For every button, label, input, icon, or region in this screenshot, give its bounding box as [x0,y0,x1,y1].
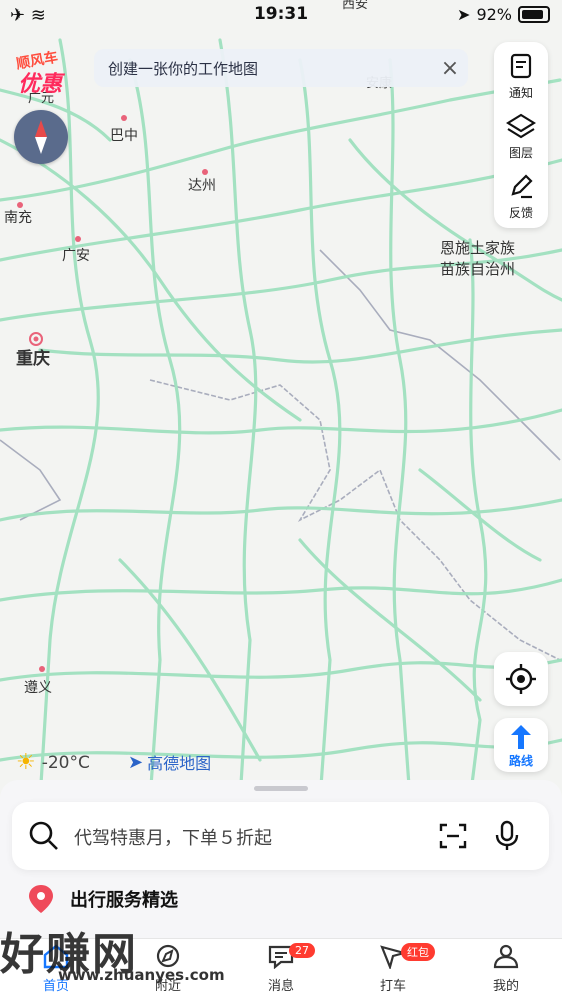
route-label: 路线 [508,754,533,768]
route-button[interactable]: 路线 [494,718,548,772]
watermark-url: www.zhuanyes.com [58,966,225,984]
tab-messages-label: 消息 [267,979,294,994]
notice-icon [510,53,532,79]
sheet-drag-handle[interactable] [254,786,308,791]
profile-icon [493,944,519,969]
scan-icon[interactable] [438,821,468,851]
status-right: ➤ 92% [457,5,550,24]
services-header[interactable]: 出行服务精选 [28,884,178,914]
feedback-icon [511,174,533,199]
weather-widget[interactable]: ☀ -20°C [16,750,90,775]
services-title: 出行服务精选 [70,890,178,911]
search-placeholder[interactable]: 代驾特惠月，下单５折起 [74,824,272,850]
map-label-bazhong[interactable]: 巴中 [110,128,138,144]
microphone-icon[interactable] [494,820,520,852]
compass-button[interactable] [14,110,68,164]
search-bar[interactable]: 代驾特惠月，下单５折起 [12,802,549,870]
tab-profile[interactable]: 我的 [450,943,562,994]
tab-taxi-label: 打车 [379,979,406,994]
map-label-chongqing[interactable]: 重庆 [16,348,50,369]
close-icon[interactable]: × [432,56,468,81]
taxi-redpacket-badge: 红包 [401,943,435,961]
notice-label: 通知 [508,86,533,100]
sun-icon: ☀ [16,750,36,775]
compass-icon [35,120,47,154]
search-icon [29,821,58,850]
layers-label: 图层 [508,146,533,160]
tab-profile-label: 我的 [492,979,519,994]
locate-button[interactable] [494,652,548,706]
work-map-banner[interactable]: 创建一张你的工作地图 × [94,49,468,87]
feedback-button[interactable]: 反馈 [494,164,548,224]
tab-taxi[interactable]: 红包 打车 [337,943,449,994]
battery-icon [518,6,550,23]
locate-icon [506,664,536,694]
map-label-dazhou[interactable]: 达州 [188,178,216,194]
tab-messages[interactable]: 27 消息 [225,943,337,994]
amap-brand: ➤ 高德地图 [128,750,211,774]
layers-button[interactable]: 图层 [494,104,548,164]
map-label-enshi-2[interactable]: 苗族自治州 [440,260,515,278]
route-arrow-icon [511,725,531,749]
promo-bottom-text: 优惠 [18,72,63,97]
feedback-label: 反馈 [508,206,533,220]
notice-button[interactable]: 通知 [494,44,548,104]
battery-percent: 92% [476,5,512,24]
map-label-enshi-1[interactable]: 恩施土家族 [440,239,515,257]
layers-icon [506,113,536,139]
status-bar: ✈ ︎≋ 19:31 ➤ 92% [0,0,562,30]
location-pin-icon [29,885,53,913]
map-label-zunyi[interactable]: 遵义 [24,679,52,696]
map-toolbox: 通知 图层 反馈 [494,42,548,228]
amap-brand-text: 高德地图 [147,754,212,773]
messages-badge: 27 [289,943,315,958]
map-label-guangan[interactable]: 广安 [62,248,90,264]
location-arrow-icon: ➤ [457,5,471,24]
amap-logo-icon: ➤ [128,751,144,773]
banner-text: 创建一张你的工作地图 [108,59,259,78]
promo-badge[interactable]: 顺风车 优惠 [12,48,70,97]
weather-temp: -20°C [41,752,90,773]
map-label-nanchong[interactable]: 南充 [4,210,32,226]
